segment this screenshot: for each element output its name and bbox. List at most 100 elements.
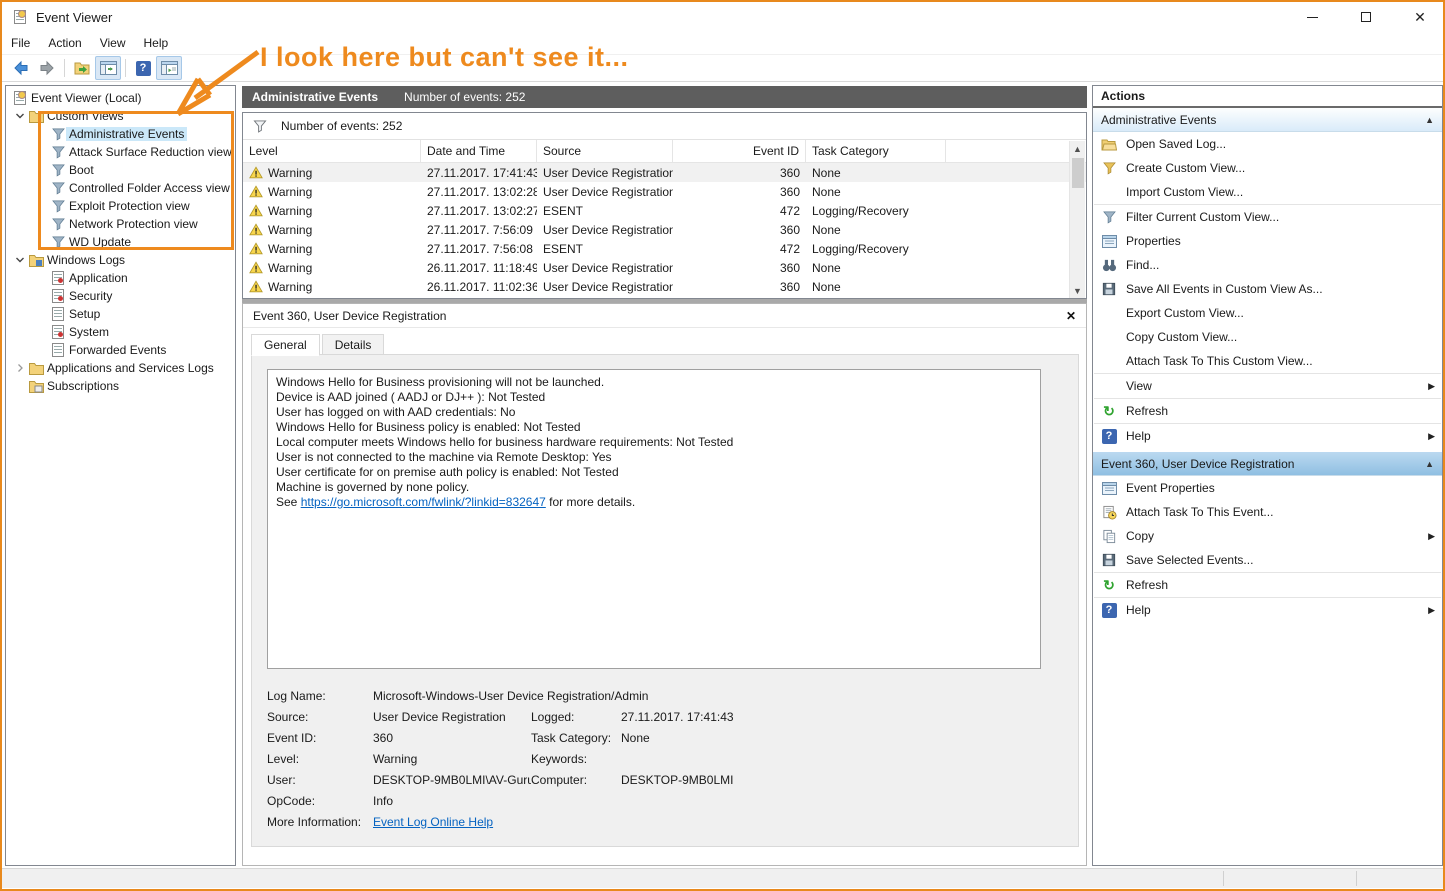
event-log-icon <box>50 306 66 322</box>
status-separator <box>1223 871 1224 886</box>
warning-icon <box>249 166 263 179</box>
toolbar-separator <box>125 59 126 77</box>
action-help-submenu[interactable]: ? Help ▶ <box>1093 424 1442 448</box>
event-row[interactable]: Warning 27.11.2017. 13:02:28 User Device… <box>243 182 1086 201</box>
minimize-button[interactable] <box>1297 4 1327 30</box>
tree-item-attack-surface-reduction[interactable]: Attack Surface Reduction view <box>6 143 235 161</box>
refresh-icon: ↻ <box>1101 577 1117 593</box>
tree-item-forwarded-events[interactable]: Forwarded Events <box>6 341 235 359</box>
tree-item-exploit-protection[interactable]: Exploit Protection view <box>6 197 235 215</box>
filter-icon <box>1101 209 1117 225</box>
more-information-label: More Information: <box>267 815 373 829</box>
action-create-custom-view[interactable]: Create Custom View... <box>1093 156 1442 180</box>
tree-node-windows-logs[interactable]: Windows Logs <box>6 251 235 269</box>
actions-section-administrative-events[interactable]: Administrative Events ▲ <box>1093 108 1442 132</box>
event-id-value: 360 <box>373 731 531 745</box>
tree-node-custom-views[interactable]: Custom Views <box>6 107 235 125</box>
chevron-down-icon[interactable] <box>12 111 28 121</box>
tree-item-system[interactable]: System <box>6 323 235 341</box>
tab-details[interactable]: Details <box>322 334 385 356</box>
close-button[interactable]: ✕ <box>1405 4 1435 30</box>
event-viewer-window: Event Viewer ✕ File Action View Help ? <box>0 0 1445 891</box>
tree-item-application[interactable]: Application <box>6 269 235 287</box>
event-description[interactable]: Windows Hello for Business provisioning … <box>267 369 1041 669</box>
action-event-properties[interactable]: Event Properties <box>1093 476 1442 500</box>
close-icon: ✕ <box>1414 10 1426 24</box>
tree-item-security[interactable]: Security <box>6 287 235 305</box>
title-bar: Event Viewer ✕ <box>2 2 1443 32</box>
list-scrollbar[interactable]: ▲ ▼ <box>1069 141 1085 298</box>
detail-close-icon[interactable]: ✕ <box>1066 309 1076 323</box>
menu-action[interactable]: Action <box>39 33 90 53</box>
submenu-arrow-icon: ▶ <box>1428 431 1435 442</box>
event-row[interactable]: Warning 27.11.2017. 17:41:43 User Device… <box>243 163 1086 182</box>
chevron-down-icon[interactable] <box>12 255 28 265</box>
menu-view[interactable]: View <box>91 33 135 53</box>
tab-general[interactable]: General <box>251 334 320 356</box>
show-action-pane-button[interactable] <box>156 56 182 80</box>
action-import-custom-view[interactable]: Import Custom View... <box>1093 180 1442 204</box>
action-properties[interactable]: Properties <box>1093 229 1442 253</box>
help-toolbar-button[interactable]: ? <box>130 56 156 80</box>
event-row[interactable]: Warning 27.11.2017. 7:56:09 User Device … <box>243 220 1086 239</box>
fwlink-hyperlink[interactable]: https://go.microsoft.com/fwlink/?linkid=… <box>301 495 546 509</box>
export-list-button[interactable] <box>69 56 95 80</box>
action-open-saved-log[interactable]: Open Saved Log... <box>1093 132 1442 156</box>
column-source[interactable]: Source <box>537 140 673 162</box>
action-refresh[interactable]: ↻ Refresh <box>1093 399 1442 423</box>
tree-item-controlled-folder-access[interactable]: Controlled Folder Access view <box>6 179 235 197</box>
action-save-selected-events[interactable]: Save Selected Events... <box>1093 548 1442 572</box>
scroll-down-icon[interactable]: ▼ <box>1070 283 1085 298</box>
filter-icon <box>253 120 267 133</box>
action-export-custom-view[interactable]: Export Custom View... <box>1093 301 1442 325</box>
description-line: User is not connected to the machine via… <box>276 450 1032 465</box>
action-refresh-event[interactable]: ↻ Refresh <box>1093 573 1442 597</box>
tree-item-administrative-events[interactable]: Administrative Events <box>6 125 235 143</box>
general-tab-page: Windows Hello for Business provisioning … <box>251 354 1079 847</box>
action-save-all-events[interactable]: Save All Events in Custom View As... <box>1093 277 1442 301</box>
event-row[interactable]: Warning 27.11.2017. 7:56:08 ESENT 472 Lo… <box>243 239 1086 258</box>
detail-tabs: General Details <box>243 333 1086 355</box>
action-attach-task-event[interactable]: Attach Task To This Event... <box>1093 500 1442 524</box>
column-level[interactable]: Level <box>243 140 421 162</box>
column-date-time[interactable]: Date and Time <box>421 140 537 162</box>
chevron-right-icon[interactable] <box>12 363 28 373</box>
action-copy-submenu[interactable]: Copy ▶ <box>1093 524 1442 548</box>
action-help-event-submenu[interactable]: ? Help ▶ <box>1093 598 1442 622</box>
forward-button[interactable] <box>34 56 60 80</box>
event-log-online-help-link[interactable]: Event Log Online Help <box>373 815 493 829</box>
column-event-id[interactable]: Event ID <box>673 140 806 162</box>
action-filter-current-custom-view[interactable]: Filter Current Custom View... <box>1093 205 1442 229</box>
tree-node-subscriptions[interactable]: Subscriptions <box>6 377 235 395</box>
action-view-submenu[interactable]: View ▶ <box>1093 374 1442 398</box>
tree-root-event-viewer[interactable]: Event Viewer (Local) <box>6 89 235 107</box>
event-row[interactable]: Warning 26.11.2017. 11:02:36 User Device… <box>243 277 1086 296</box>
maximize-button[interactable] <box>1351 4 1381 30</box>
filter-icon <box>50 198 66 214</box>
show-console-tree-button[interactable] <box>95 56 121 80</box>
event-row[interactable]: Warning 26.11.2017. 11:18:49 User Device… <box>243 258 1086 277</box>
collapse-icon[interactable]: ▲ <box>1425 115 1434 125</box>
warning-icon <box>249 204 263 217</box>
actions-section-event-360[interactable]: Event 360, User Device Registration ▲ <box>1093 452 1442 476</box>
tree-item-network-protection[interactable]: Network Protection view <box>6 215 235 233</box>
opcode-label: OpCode: <box>267 794 373 808</box>
column-task-category[interactable]: Task Category <box>806 140 946 162</box>
action-copy-custom-view[interactable]: Copy Custom View... <box>1093 325 1442 349</box>
binoculars-icon <box>1101 257 1117 273</box>
tree-item-setup[interactable]: Setup <box>6 305 235 323</box>
menu-file[interactable]: File <box>2 33 39 53</box>
tree-item-wd-update[interactable]: WD Update <box>6 233 235 251</box>
menu-help[interactable]: Help <box>135 33 178 53</box>
event-log-icon <box>50 270 66 286</box>
back-button[interactable] <box>8 56 34 80</box>
collapse-icon[interactable]: ▲ <box>1425 459 1434 469</box>
scroll-up-icon[interactable]: ▲ <box>1070 141 1085 156</box>
tree-item-boot[interactable]: Boot <box>6 161 235 179</box>
scrollbar-thumb[interactable] <box>1072 158 1084 188</box>
action-attach-task-custom-view[interactable]: Attach Task To This Custom View... <box>1093 349 1442 373</box>
action-find[interactable]: Find... <box>1093 253 1442 277</box>
filter-icon <box>50 180 66 196</box>
tree-node-applications-services-logs[interactable]: Applications and Services Logs <box>6 359 235 377</box>
event-row[interactable]: Warning 27.11.2017. 13:02:27 ESENT 472 L… <box>243 201 1086 220</box>
